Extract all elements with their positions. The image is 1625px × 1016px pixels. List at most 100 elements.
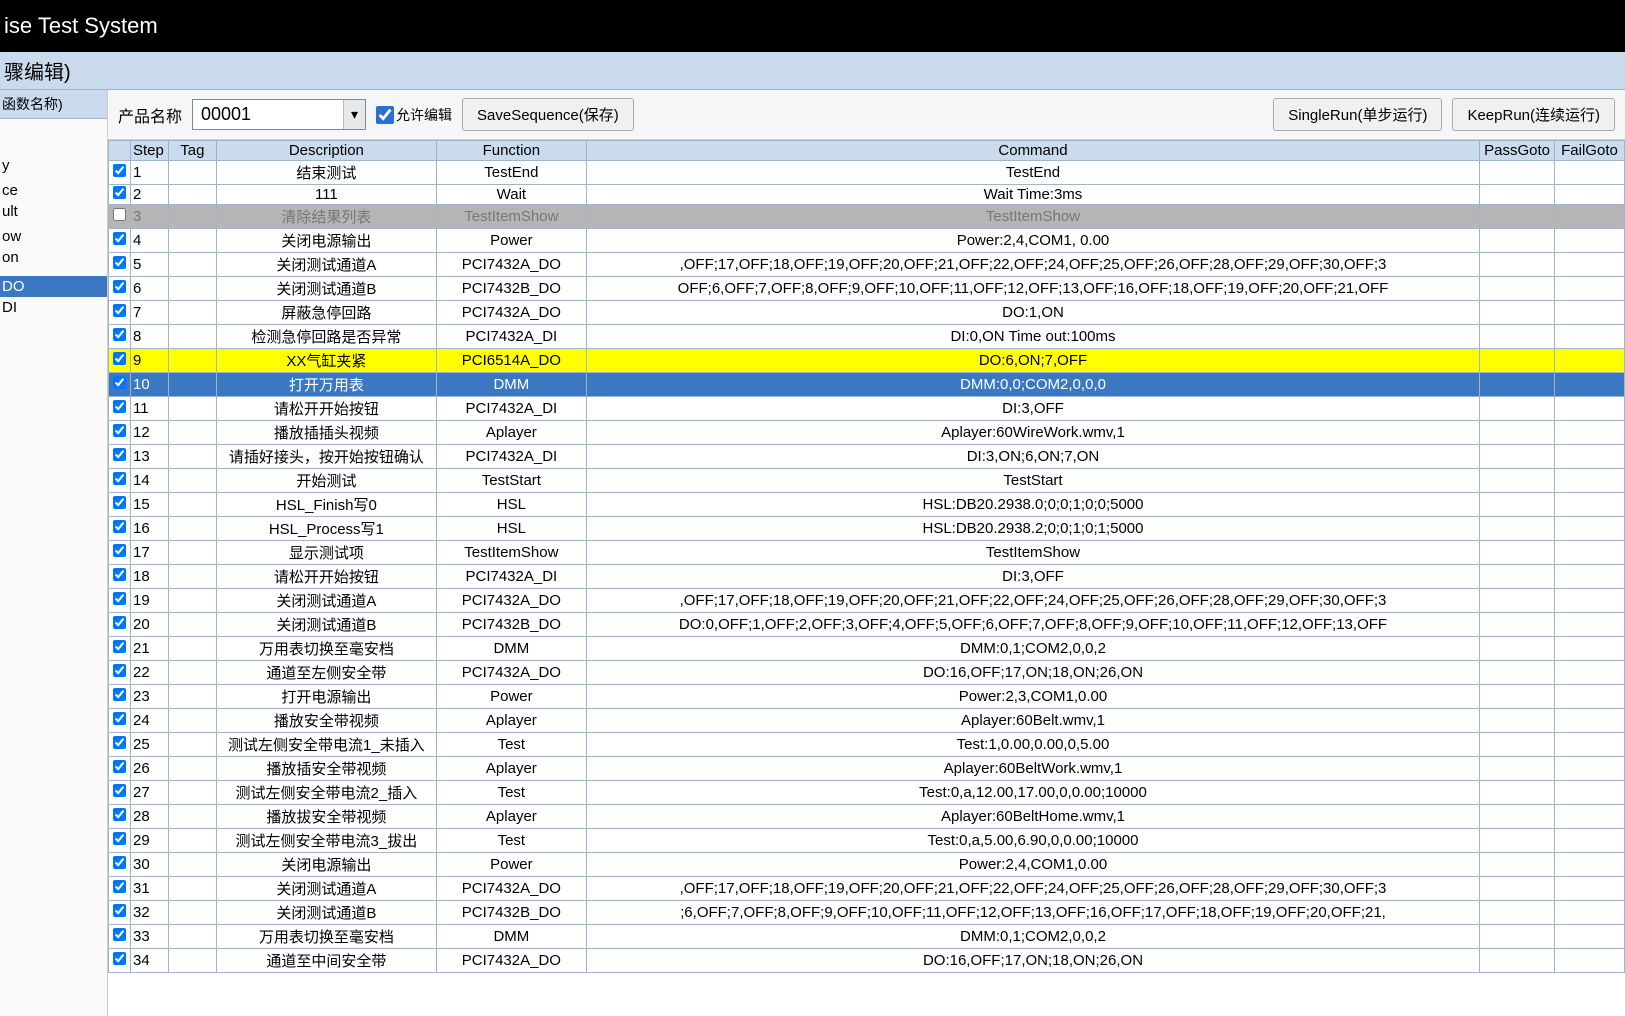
cell[interactable]: 关闭测试通道A: [216, 253, 436, 277]
cell[interactable]: DO:0,OFF;1,OFF;2,OFF;3,OFF;4,OFF;5,OFF;6…: [586, 613, 1479, 637]
cell[interactable]: 通道至中间安全带: [216, 949, 436, 973]
cell[interactable]: [109, 589, 131, 613]
row-checkbox[interactable]: [113, 186, 126, 199]
table-row[interactable]: 13请插好接头，按开始按钮确认PCI7432A_DIDI:3,ON;6,ON;7…: [109, 445, 1625, 469]
table-row[interactable]: 12播放插插头视频AplayerAplayer:60WireWork.wmv,1: [109, 421, 1625, 445]
cell[interactable]: HSL: [436, 493, 586, 517]
cell[interactable]: [1480, 565, 1555, 589]
row-checkbox[interactable]: [113, 808, 126, 821]
cell[interactable]: [1480, 949, 1555, 973]
cell[interactable]: 23: [131, 685, 169, 709]
sequence-grid[interactable]: Step Tag Description Function Command Pa…: [108, 140, 1625, 1016]
cell[interactable]: [1480, 901, 1555, 925]
cell[interactable]: [168, 349, 216, 373]
cell[interactable]: TestItemShow: [586, 205, 1479, 229]
row-checkbox[interactable]: [113, 472, 126, 485]
table-row[interactable]: 29测试左侧安全带电流3_拔出TestTest:0,a,5.00,6.90,0,…: [109, 829, 1625, 853]
table-row[interactable]: 27测试左侧安全带电流2_插入TestTest:0,a,12.00,17.00,…: [109, 781, 1625, 805]
cell[interactable]: [1555, 349, 1625, 373]
cell[interactable]: [168, 733, 216, 757]
table-row[interactable]: 28播放拔安全带视频AplayerAplayer:60BeltHome.wmv,…: [109, 805, 1625, 829]
cell[interactable]: [168, 685, 216, 709]
cell[interactable]: [1555, 757, 1625, 781]
table-row[interactable]: 8检测急停回路是否异常PCI7432A_DIDI:0,ON Time out:1…: [109, 325, 1625, 349]
cell[interactable]: [1555, 397, 1625, 421]
cell[interactable]: 4: [131, 229, 169, 253]
cell[interactable]: [109, 733, 131, 757]
cell[interactable]: [1480, 709, 1555, 733]
cell[interactable]: 29: [131, 829, 169, 853]
cell[interactable]: [109, 325, 131, 349]
cell[interactable]: 播放插插头视频: [216, 421, 436, 445]
row-checkbox[interactable]: [113, 784, 126, 797]
cell[interactable]: 24: [131, 709, 169, 733]
cell[interactable]: 22: [131, 661, 169, 685]
cell[interactable]: Aplayer: [436, 757, 586, 781]
cell[interactable]: [1555, 589, 1625, 613]
keep-run-button[interactable]: KeepRun(连续运行): [1452, 98, 1615, 131]
cell[interactable]: [1555, 161, 1625, 185]
cell[interactable]: [1480, 277, 1555, 301]
table-row[interactable]: 3清除结果列表TestItemShowTestItemShow: [109, 205, 1625, 229]
cell[interactable]: 关闭测试通道B: [216, 277, 436, 301]
row-checkbox[interactable]: [113, 448, 126, 461]
cell[interactable]: PCI7432B_DO: [436, 613, 586, 637]
table-row[interactable]: 32关闭测试通道BPCI7432B_DO;6,OFF;7,OFF;8,OFF;9…: [109, 901, 1625, 925]
row-checkbox[interactable]: [113, 616, 126, 629]
cell[interactable]: [109, 185, 131, 205]
cell[interactable]: [168, 373, 216, 397]
table-row[interactable]: 19关闭测试通道APCI7432A_DO,OFF;17,OFF;18,OFF;1…: [109, 589, 1625, 613]
row-checkbox[interactable]: [113, 832, 126, 845]
cell[interactable]: 3: [131, 205, 169, 229]
table-row[interactable]: 17显示测试项TestItemShowTestItemShow: [109, 541, 1625, 565]
cell[interactable]: DMM:0,0;COM2,0,0,0: [586, 373, 1479, 397]
cell[interactable]: TestItemShow: [586, 541, 1479, 565]
cell[interactable]: [109, 901, 131, 925]
row-checkbox[interactable]: [113, 304, 126, 317]
cell[interactable]: [1480, 781, 1555, 805]
cell[interactable]: [1555, 253, 1625, 277]
cell[interactable]: [1555, 421, 1625, 445]
cell[interactable]: [1555, 277, 1625, 301]
cell[interactable]: [109, 161, 131, 185]
cell[interactable]: Aplayer:60Belt.wmv,1: [586, 709, 1479, 733]
row-checkbox[interactable]: [113, 256, 126, 269]
cell[interactable]: 5: [131, 253, 169, 277]
cell[interactable]: Power: [436, 853, 586, 877]
cell[interactable]: [168, 565, 216, 589]
cell[interactable]: [109, 853, 131, 877]
cell[interactable]: PCI7432B_DO: [436, 901, 586, 925]
row-checkbox[interactable]: [113, 688, 126, 701]
cell[interactable]: [1555, 185, 1625, 205]
row-checkbox[interactable]: [113, 352, 126, 365]
cell[interactable]: [168, 229, 216, 253]
cell[interactable]: DI:3,ON;6,ON;7,ON: [586, 445, 1479, 469]
cell[interactable]: PCI7432A_DI: [436, 397, 586, 421]
cell[interactable]: [109, 517, 131, 541]
cell[interactable]: [168, 325, 216, 349]
allow-edit-input[interactable]: [376, 106, 394, 124]
cell[interactable]: [168, 301, 216, 325]
cell[interactable]: [1480, 397, 1555, 421]
cell[interactable]: XX气缸夹紧: [216, 349, 436, 373]
cell[interactable]: [168, 469, 216, 493]
cell[interactable]: DMM:0,1;COM2,0,0,2: [586, 925, 1479, 949]
cell[interactable]: [168, 925, 216, 949]
sidebar-item[interactable]: y: [0, 155, 107, 176]
table-row[interactable]: 2111WaitWait Time:3ms: [109, 185, 1625, 205]
cell[interactable]: [1480, 301, 1555, 325]
cell[interactable]: [109, 469, 131, 493]
product-select[interactable]: ▾: [192, 99, 366, 130]
cell[interactable]: Aplayer:60WireWork.wmv,1: [586, 421, 1479, 445]
cell[interactable]: OFF;6,OFF;7,OFF;8,OFF;9,OFF;10,OFF;11,OF…: [586, 277, 1479, 301]
table-row[interactable]: 20关闭测试通道BPCI7432B_DODO:0,OFF;1,OFF;2,OFF…: [109, 613, 1625, 637]
cell[interactable]: 20: [131, 613, 169, 637]
cell[interactable]: [1555, 805, 1625, 829]
cell[interactable]: [1480, 685, 1555, 709]
cell[interactable]: PCI7432B_DO: [436, 277, 586, 301]
cell[interactable]: 14: [131, 469, 169, 493]
cell[interactable]: PCI7432A_DO: [436, 877, 586, 901]
table-row[interactable]: 18请松开开始按钮PCI7432A_DIDI:3,OFF: [109, 565, 1625, 589]
cell[interactable]: [1555, 949, 1625, 973]
cell[interactable]: 播放安全带视频: [216, 709, 436, 733]
